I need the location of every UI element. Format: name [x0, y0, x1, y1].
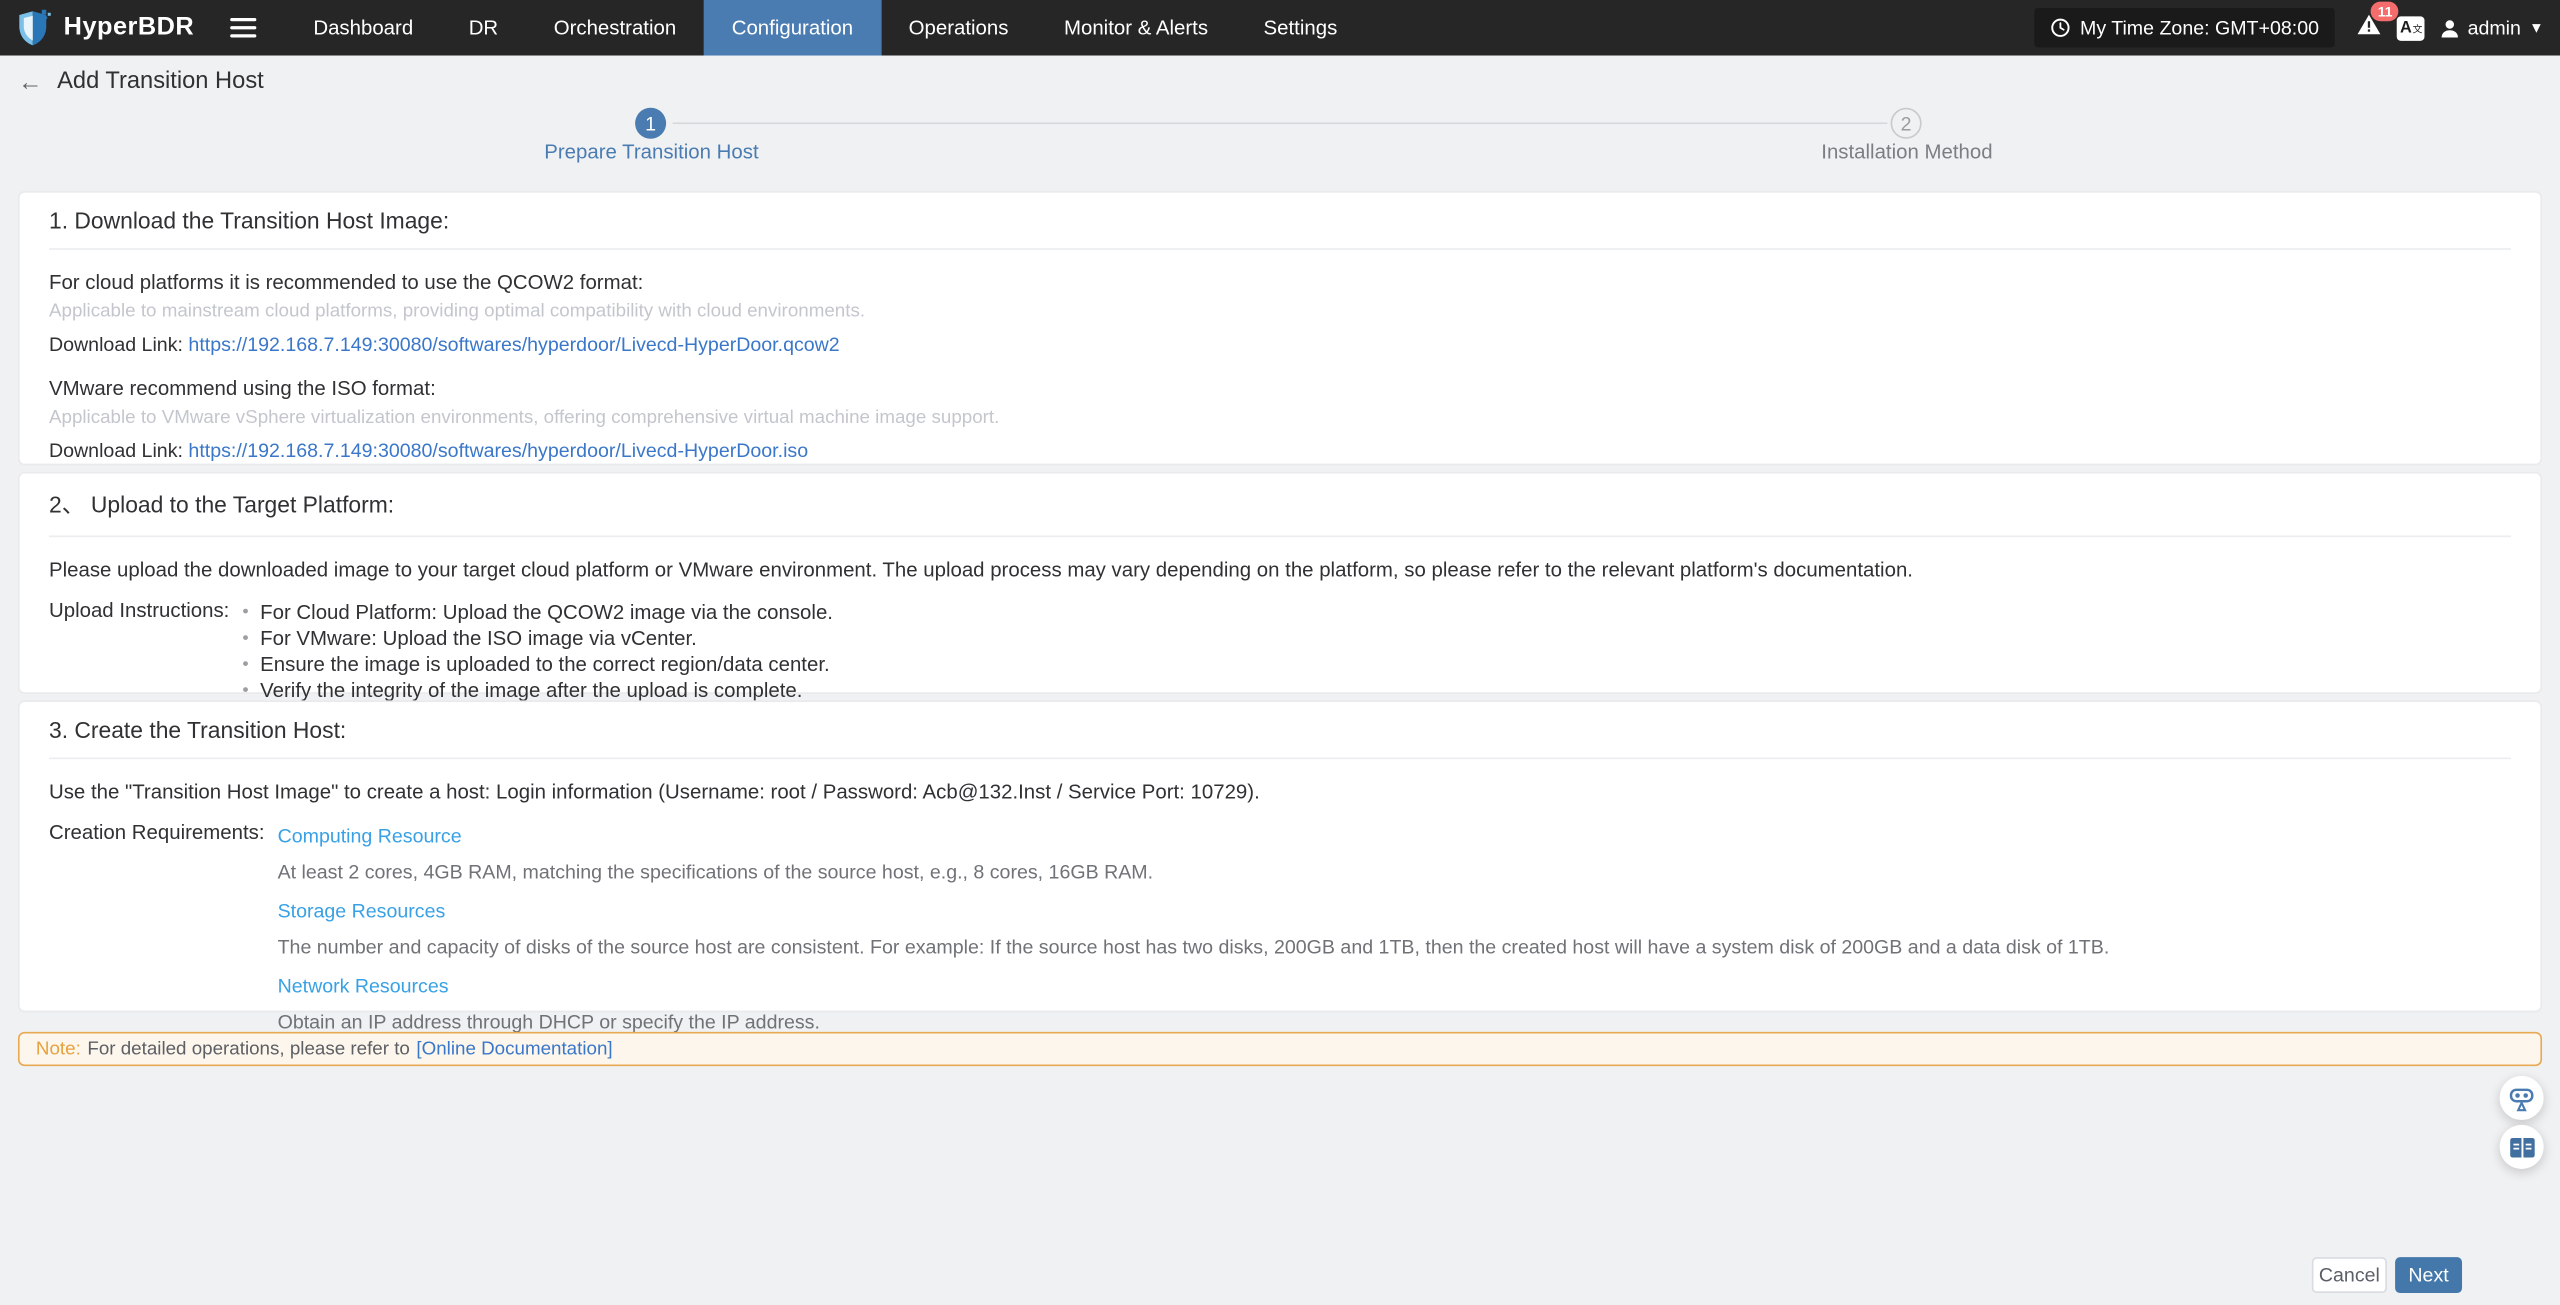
- computing-resource-link[interactable]: Computing Resource: [278, 824, 462, 847]
- storage-resources-desc: The number and capacity of disks of the …: [278, 936, 2110, 959]
- step-2-label: Installation Method: [1821, 140, 1992, 163]
- step-1-label: Prepare Transition Host: [544, 140, 758, 163]
- download-link-label: Download Link:: [49, 333, 183, 356]
- alerts-button[interactable]: 11: [2357, 12, 2383, 43]
- hyperbdr-logo-icon: [16, 8, 52, 47]
- iso-heading: VMware recommend using the ISO format:: [49, 377, 2511, 400]
- creation-requirements: Creation Requirements: Computing Resourc…: [49, 821, 2511, 1046]
- top-navbar: HyperBDR Dashboard DR Orchestration Conf…: [0, 0, 2560, 56]
- note-text: For detailed operations, please refer to: [87, 1039, 410, 1059]
- bullet-icon: •: [242, 625, 248, 651]
- username-label: admin: [2468, 16, 2521, 39]
- section-upload-platform: 2、 Upload to the Target Platform: Please…: [18, 472, 2542, 694]
- brand-name: HyperBDR: [64, 13, 194, 42]
- network-resources-desc: Obtain an IP address through DHCP or spe…: [278, 1011, 2110, 1034]
- language-switch-icon[interactable]: A文: [2397, 16, 2425, 40]
- next-button[interactable]: Next: [2395, 1257, 2462, 1293]
- upload-instructions-label: Upload Instructions:: [49, 599, 229, 703]
- section-3-title: 3. Create the Transition Host:: [49, 717, 2511, 743]
- divider: [49, 248, 2511, 250]
- clock-icon: [2051, 18, 2071, 38]
- nav-item-configuration[interactable]: Configuration: [704, 0, 881, 56]
- upload-instructions: Upload Instructions: • For Cloud Platfor…: [49, 599, 2511, 703]
- iso-desc: Applicable to VMware vSphere virtualizat…: [49, 408, 2511, 428]
- step-1-circle[interactable]: 1: [635, 108, 666, 139]
- divider: [49, 536, 2511, 538]
- bullet-icon: •: [242, 599, 248, 625]
- user-menu[interactable]: admin ▼: [2440, 16, 2544, 39]
- requirement-computing: Computing Resource At least 2 cores, 4GB…: [278, 821, 2110, 883]
- network-resources-link[interactable]: Network Resources: [278, 975, 449, 998]
- divider: [49, 758, 2511, 760]
- alert-count-badge: 11: [2371, 1, 2399, 21]
- list-item: • For Cloud Platform: Upload the QCOW2 i…: [242, 599, 833, 625]
- iso-download-link[interactable]: https://192.168.7.149:30080/softwares/hy…: [188, 439, 808, 462]
- nav-item-orchestration[interactable]: Orchestration: [526, 0, 704, 56]
- chevron-down-icon: ▼: [2529, 20, 2544, 36]
- nav-item-monitor-alerts[interactable]: Monitor & Alerts: [1036, 0, 1236, 56]
- requirement-network: Network Resources Obtain an IP address t…: [278, 971, 2110, 1033]
- list-item: • For VMware: Upload the ISO image via v…: [242, 625, 833, 651]
- nav-item-operations[interactable]: Operations: [881, 0, 1036, 56]
- step-connector-line: [673, 122, 1888, 124]
- section-1-title: 1. Download the Transition Host Image:: [49, 207, 2511, 233]
- step-2-circle[interactable]: 2: [1891, 108, 1922, 139]
- brand[interactable]: HyperBDR: [0, 8, 194, 47]
- assistant-float-button[interactable]: [2500, 1076, 2544, 1120]
- qcow2-group: For cloud platforms it is recommended to…: [49, 271, 2511, 356]
- back-arrow-icon[interactable]: ←: [18, 69, 42, 93]
- timezone-selector[interactable]: My Time Zone: GMT+08:00: [2034, 8, 2335, 47]
- page-head: ← Add Transition Host: [18, 69, 264, 95]
- nav-item-dr[interactable]: DR: [441, 0, 526, 56]
- creation-requirements-label: Creation Requirements:: [49, 821, 265, 1046]
- iso-link-line: Download Link: https://192.168.7.149:300…: [49, 439, 2511, 462]
- qcow2-download-link[interactable]: https://192.168.7.149:30080/softwares/hy…: [188, 333, 839, 356]
- robot-assistant-icon: [2508, 1084, 2536, 1112]
- note-banner: Note: For detailed operations, please re…: [18, 1032, 2542, 1066]
- download-link-label: Download Link:: [49, 439, 183, 462]
- qcow2-heading: For cloud platforms it is recommended to…: [49, 271, 2511, 294]
- upload-instruction-list: • For Cloud Platform: Upload the QCOW2 i…: [242, 599, 833, 703]
- app-root: HyperBDR Dashboard DR Orchestration Conf…: [0, 0, 2560, 1305]
- menu-toggle-icon[interactable]: [230, 18, 256, 38]
- online-documentation-link[interactable]: [Online Documentation]: [416, 1039, 612, 1059]
- iso-group: VMware recommend using the ISO format: A…: [49, 377, 2511, 462]
- upload-paragraph: Please upload the downloaded image to yo…: [49, 558, 2511, 581]
- nav-item-settings[interactable]: Settings: [1236, 0, 1365, 56]
- computing-resource-desc: At least 2 cores, 4GB RAM, matching the …: [278, 860, 2110, 883]
- navbar-right: My Time Zone: GMT+08:00 11 A文 admin: [2034, 8, 2560, 47]
- qcow2-link-line: Download Link: https://192.168.7.149:300…: [49, 333, 2511, 356]
- timezone-label: My Time Zone: GMT+08:00: [2080, 16, 2319, 39]
- section-2-title: 2、 Upload to the Target Platform:: [49, 488, 2511, 521]
- note-label: Note:: [36, 1039, 81, 1059]
- book-icon: [2509, 1136, 2535, 1159]
- cancel-button[interactable]: Cancel: [2312, 1257, 2387, 1293]
- page-title: Add Transition Host: [57, 69, 264, 95]
- nav-item-dashboard[interactable]: Dashboard: [286, 0, 441, 56]
- bullet-icon: •: [242, 651, 248, 677]
- main-nav: Dashboard DR Orchestration Configuration…: [286, 0, 1365, 56]
- section-create-host: 3. Create the Transition Host: Use the "…: [18, 700, 2542, 1012]
- qcow2-desc: Applicable to mainstream cloud platforms…: [49, 302, 2511, 322]
- section-download-image: 1. Download the Transition Host Image: F…: [18, 191, 2542, 465]
- documentation-float-button[interactable]: [2500, 1125, 2544, 1169]
- requirements-list: Computing Resource At least 2 cores, 4GB…: [278, 821, 2110, 1046]
- requirement-storage: Storage Resources The number and capacit…: [278, 896, 2110, 958]
- user-icon: [2440, 17, 2461, 38]
- create-host-intro: Use the "Transition Host Image" to creat…: [49, 780, 2511, 803]
- storage-resources-link[interactable]: Storage Resources: [278, 900, 446, 923]
- list-item: • Ensure the image is uploaded to the co…: [242, 651, 833, 677]
